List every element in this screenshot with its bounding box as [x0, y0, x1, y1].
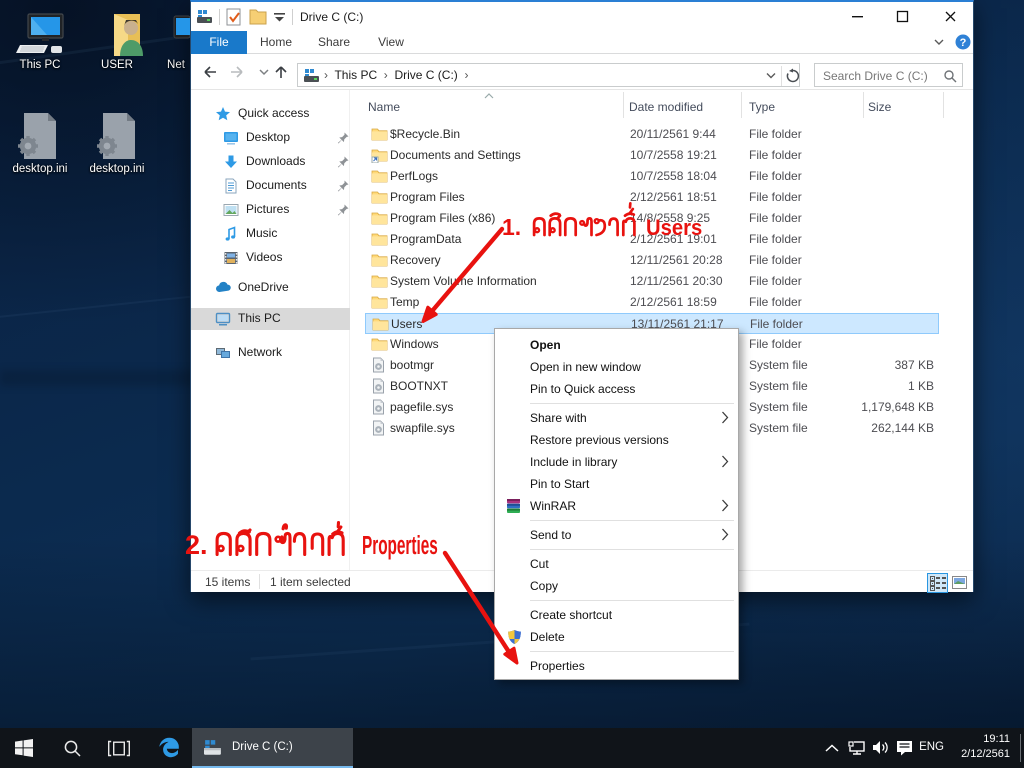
svg-text:Users: Users	[646, 216, 702, 240]
svg-text:2.: 2.	[185, 530, 208, 560]
svg-text:Properties: Properties	[362, 531, 438, 560]
svg-text:1.: 1.	[502, 214, 521, 240]
